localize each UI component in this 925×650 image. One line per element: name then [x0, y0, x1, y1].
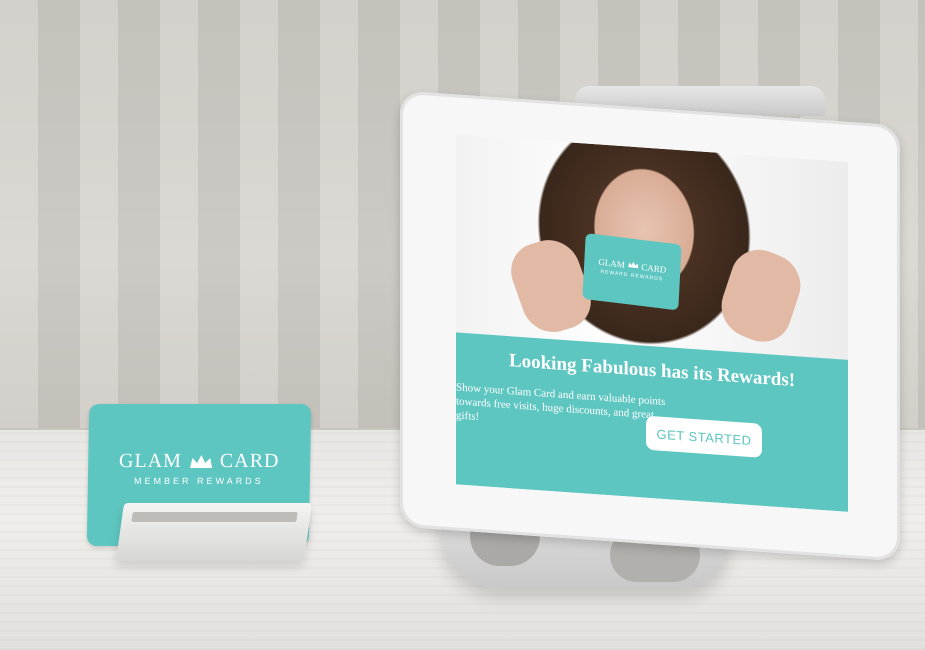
tablet: GLAM CARD REWARD REWARDS Looking Fabulou…	[400, 90, 900, 562]
promo-banner: Looking Fabulous has its Rewards! Show y…	[456, 332, 848, 512]
crown-icon	[189, 455, 212, 469]
crown-icon	[627, 261, 639, 269]
tablet-screen: GLAM CARD REWARD REWARDS Looking Fabulou…	[456, 134, 848, 512]
hand-right	[713, 240, 809, 351]
card-holder-slot	[131, 512, 298, 522]
promo-body: Show your Glam Card and earn valuable po…	[456, 381, 666, 424]
get-started-button[interactable]: GET STARTED	[646, 415, 762, 458]
card-tagline: MEMBER REWARDS	[133, 476, 264, 486]
hero-card-brand-right: CARD	[641, 261, 667, 275]
card-brand-left: GLAM	[118, 450, 183, 472]
hero-card: GLAM CARD REWARD REWARDS	[582, 233, 682, 311]
card-brand: GLAM CARD	[88, 450, 310, 473]
hero-photo: GLAM CARD REWARD REWARDS	[456, 134, 848, 367]
hero-card-brand-left: GLAM	[598, 256, 626, 270]
card-brand-right: CARD	[219, 450, 280, 472]
